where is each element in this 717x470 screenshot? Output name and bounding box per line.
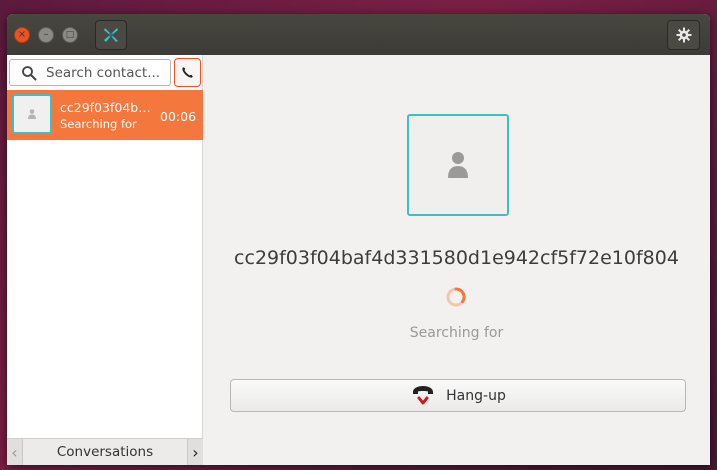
conversation-item[interactable]: cc29f03f04baf4d331580d1e942cf5f72e10f804… xyxy=(7,90,203,140)
search-icon xyxy=(22,66,37,81)
person-icon xyxy=(448,152,468,178)
place-call-button[interactable] xyxy=(174,58,201,87)
hangup-button[interactable]: Hang-up xyxy=(230,379,686,412)
call-panel: cc29f03f04baf4d331580d1e942cf5f72e10f804… xyxy=(203,55,710,465)
search-box[interactable] xyxy=(9,59,171,86)
hangup-icon xyxy=(413,385,434,404)
app-window: × – □ Search contact... cc29f03f04baf Se… xyxy=(7,14,710,465)
titlebar: × – □ xyxy=(7,14,710,55)
ring-logo-icon xyxy=(104,28,118,42)
sidebar-tab-bar: ‹ Conversations › xyxy=(7,438,203,465)
call-status: Searching for xyxy=(409,325,504,341)
hangup-label: Hang-up xyxy=(446,387,506,404)
gear-icon xyxy=(676,27,691,43)
tab-prev-button[interactable]: ‹ xyxy=(7,439,23,465)
tab-conversations[interactable]: Conversations xyxy=(23,439,187,465)
chevron-right-icon: › xyxy=(192,442,199,462)
peer-name: cc29f03f04baf4d331580d1e942cf5f72e10f804 xyxy=(234,247,679,269)
spinner-icon xyxy=(446,287,466,307)
conversation-avatar xyxy=(12,94,52,134)
conversation-name: cc29f03f04baf4d331580d1e942cf5f72e10f804 xyxy=(60,100,156,115)
conversation-status: Searching for xyxy=(60,117,137,131)
sidebar: cc29f03f04baf4d331580d1e942cf5f72e10f804… xyxy=(7,55,203,465)
person-icon xyxy=(28,109,36,119)
search-input[interactable] xyxy=(46,62,168,83)
settings-button[interactable] xyxy=(667,20,700,50)
phone-icon xyxy=(182,67,193,78)
window-close-button[interactable]: × xyxy=(14,27,30,43)
app-menu-button[interactable] xyxy=(95,20,127,50)
peer-avatar xyxy=(407,114,509,216)
chevron-left-icon: ‹ xyxy=(11,442,18,462)
window-maximize-button[interactable]: □ xyxy=(62,27,78,43)
tab-next-button[interactable]: › xyxy=(187,439,203,465)
window-minimize-button[interactable]: – xyxy=(38,27,54,43)
conversation-call-duration: 00:06 xyxy=(160,109,197,124)
